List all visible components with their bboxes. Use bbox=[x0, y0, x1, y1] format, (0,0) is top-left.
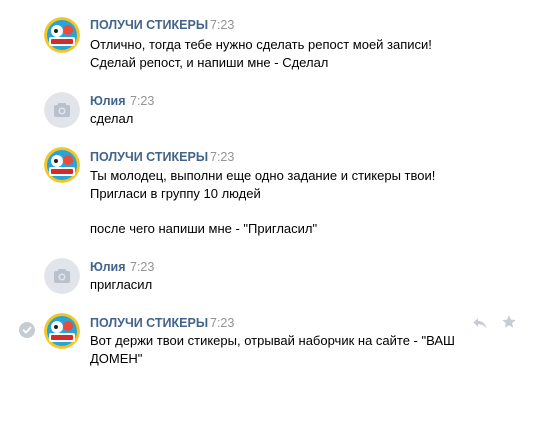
user-avatar[interactable] bbox=[44, 258, 80, 294]
group-avatar[interactable] bbox=[44, 147, 80, 183]
group-avatar[interactable] bbox=[44, 313, 80, 349]
message-author[interactable]: Юлия bbox=[90, 94, 126, 108]
message-time[interactable]: 7:23 bbox=[210, 18, 234, 32]
chat-history: ПОЛУЧИ СТИКЕРЫ 7:23 Отлично, тогда тебе … bbox=[0, 0, 542, 422]
message-time[interactable]: 7:23 bbox=[130, 94, 154, 108]
message-text: Ты молодец, выполни еще одно задание и с… bbox=[90, 168, 436, 183]
message-author[interactable]: ПОЛУЧИ СТИКЕРЫ bbox=[90, 316, 208, 330]
message-text: сделал bbox=[90, 111, 134, 126]
reply-icon[interactable] bbox=[472, 315, 488, 331]
message-text: после чего напиши мне - "Пригласил" bbox=[90, 221, 318, 236]
message-author[interactable]: ПОЛУЧИ СТИКЕРЫ bbox=[90, 18, 208, 32]
message-time[interactable]: 7:23 bbox=[210, 316, 234, 330]
message-text: Пригласи в группу 10 людей bbox=[90, 186, 261, 201]
message-time[interactable]: 7:23 bbox=[130, 260, 154, 274]
group-avatar[interactable] bbox=[44, 17, 80, 53]
message-text: пригласил bbox=[90, 277, 153, 292]
message-author[interactable]: ПОЛУЧИ СТИКЕРЫ bbox=[90, 150, 208, 164]
message-text: Вот держи твои стикеры, отрывай наборчик… bbox=[90, 333, 455, 348]
message-text: Сделай репост, и напиши мне - Сделал bbox=[90, 55, 329, 70]
message-text: ДОМЕН" bbox=[90, 351, 143, 366]
message-text: Отлично, тогда тебе нужно сделать репост… bbox=[90, 37, 432, 52]
message-author[interactable]: Юлия bbox=[90, 260, 126, 274]
check-circle-icon[interactable] bbox=[19, 322, 35, 338]
message-time[interactable]: 7:23 bbox=[210, 150, 234, 164]
user-avatar[interactable] bbox=[44, 92, 80, 128]
star-icon[interactable] bbox=[501, 314, 517, 330]
